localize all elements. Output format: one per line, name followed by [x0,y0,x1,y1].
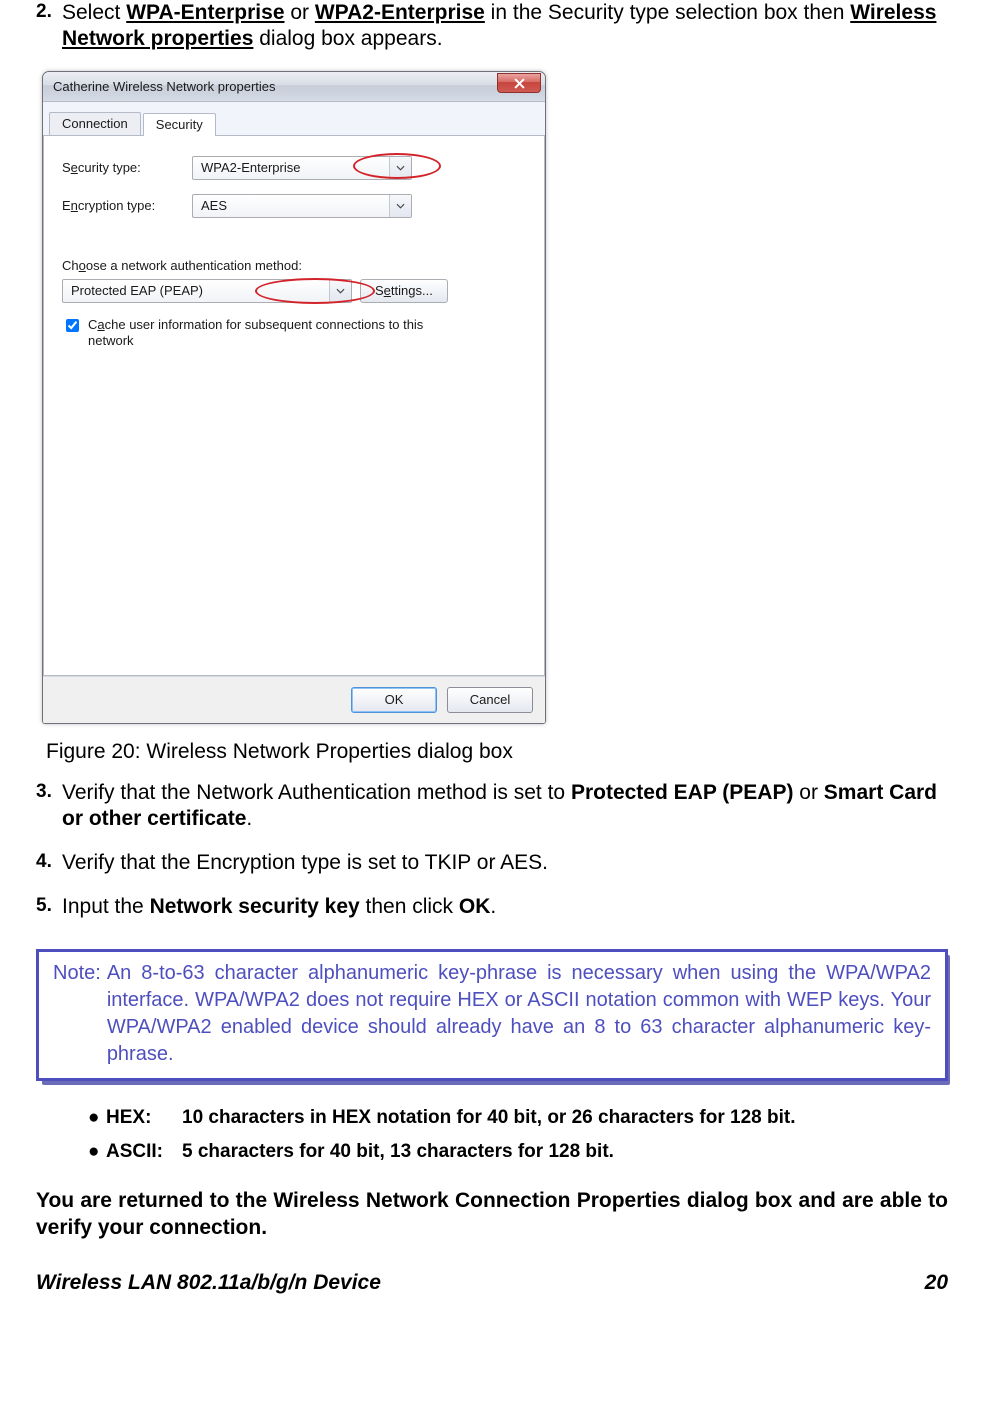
dialog-title: Catherine Wireless Network properties [53,79,497,94]
hex-text: 10 characters in HEX notation for 40 bit… [182,1101,795,1135]
close-icon [514,78,525,89]
auth-method-label: Choose a network authentication method: [62,258,526,273]
dialog-footer: OK Cancel [43,676,545,723]
cancel-button[interactable]: Cancel [447,687,533,713]
step-2: 2. Select WPA-Enterprise or WPA2-Enterpr… [36,0,948,53]
note-label: Note: [53,960,101,1068]
auth-method-value: Protected EAP (PEAP) [71,283,203,298]
security-type-dropdown[interactable]: WPA2-Enterprise [192,156,412,180]
step-3: 3. Verify that the Network Authenticatio… [36,780,948,833]
dialog-tabs: Connection Security [43,106,545,136]
settings-button[interactable]: Settings... [360,279,448,303]
step-2-number: 2. [36,0,62,53]
encryption-type-row: Encryption type: AES [62,194,526,218]
note-body: An 8-to-63 character alphanumeric key-ph… [107,960,931,1068]
page-footer: Wireless LAN 802.11a/b/g/n Device 20 [36,1271,948,1295]
step-4: 4. Verify that the Encryption type is se… [36,850,948,876]
dialog-titlebar: Catherine Wireless Network properties [43,72,545,102]
cache-checkbox[interactable] [66,319,79,332]
ascii-label: ASCII: [106,1135,182,1169]
footer-page-number: 20 [925,1271,948,1295]
hex-bullet: ● HEX: 10 characters in HEX notation for… [88,1101,948,1135]
step-5-number: 5. [36,894,62,920]
step-4-body: Verify that the Encryption type is set t… [62,850,948,876]
note-box: Note: An 8-to-63 character alphanumeric … [36,949,948,1081]
bullet-icon: ● [88,1135,106,1169]
chevron-down-icon [389,157,411,179]
ascii-bullet: ● ASCII: 5 characters for 40 bit, 13 cha… [88,1135,948,1169]
encryption-type-label: Encryption type: [62,198,192,213]
hex-label: HEX: [106,1101,182,1135]
security-tab-panel: Security type: WPA2-Enterprise Encryptio… [43,136,545,676]
step-5: 5. Input the Network security key then c… [36,894,948,920]
ok-button[interactable]: OK [351,687,437,713]
step-3-number: 3. [36,780,62,833]
dialog-screenshot: Catherine Wireless Network properties Co… [42,71,948,724]
step-2-body: Select WPA-Enterprise or WPA2-Enterprise… [62,0,948,53]
step-5-body: Input the Network security key then clic… [62,894,948,920]
close-button[interactable] [497,73,541,93]
returned-paragraph: You are returned to the Wireless Network… [36,1187,948,1242]
wireless-properties-dialog: Catherine Wireless Network properties Co… [42,71,546,724]
ascii-text: 5 characters for 40 bit, 13 characters f… [182,1135,614,1169]
highlight-auth-method [255,278,375,304]
tab-connection[interactable]: Connection [49,112,141,135]
auth-method-row: Protected EAP (PEAP) Settings... [62,279,526,303]
figure-caption: Figure 20: Wireless Network Properties d… [46,740,948,764]
bullet-icon: ● [88,1101,106,1135]
step-3-body: Verify that the Network Authentication m… [62,780,948,833]
chevron-down-icon [329,280,351,302]
chevron-down-icon [389,195,411,217]
security-type-label: Security type: [62,160,192,175]
key-format-list: ● HEX: 10 characters in HEX notation for… [88,1101,948,1169]
cache-label: Cache user information for subsequent co… [88,317,468,350]
security-type-value: WPA2-Enterprise [201,160,300,175]
encryption-type-dropdown[interactable]: AES [192,194,412,218]
step-4-number: 4. [36,850,62,876]
tab-security[interactable]: Security [143,113,216,136]
security-type-row: Security type: WPA2-Enterprise [62,156,526,180]
auth-method-dropdown[interactable]: Protected EAP (PEAP) [62,279,352,303]
footer-device-name: Wireless LAN 802.11a/b/g/n Device [36,1271,381,1295]
cache-checkbox-row: Cache user information for subsequent co… [62,317,526,350]
encryption-type-value: AES [201,198,227,213]
